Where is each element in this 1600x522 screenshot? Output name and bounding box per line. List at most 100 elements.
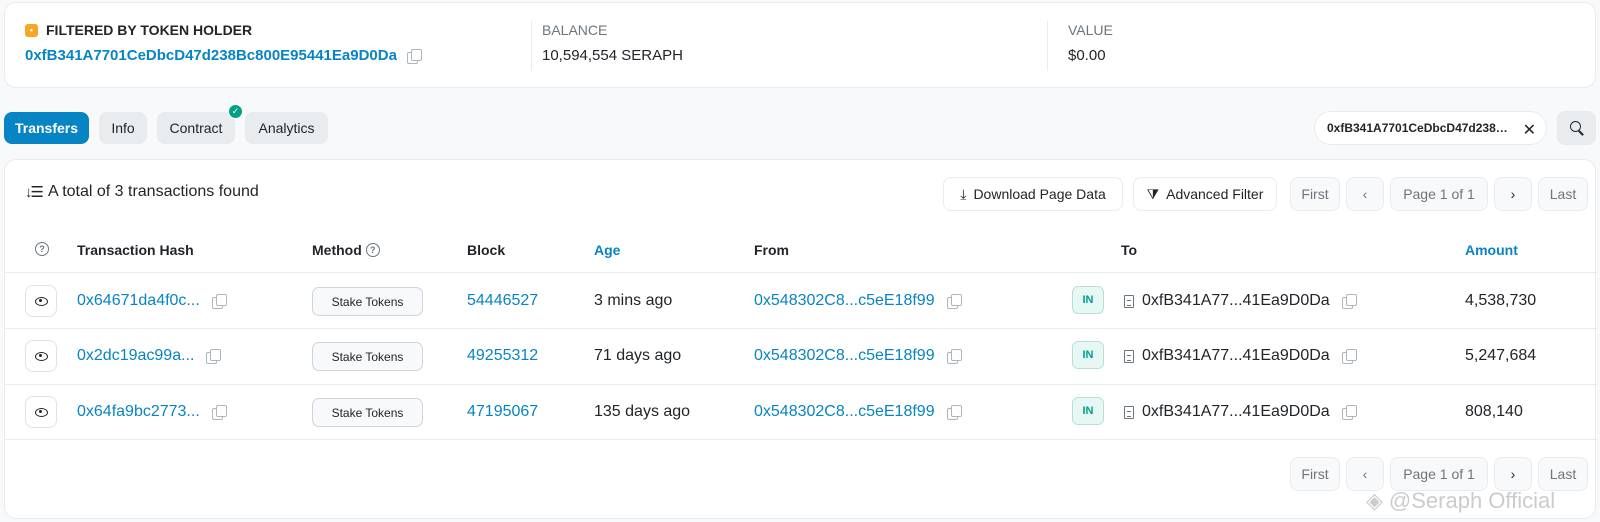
token-holder-summary: ▪ FILTERED BY TOKEN HOLDER 0xfB341A7701C… [4, 2, 1596, 88]
amount-value: 808,140 [1465, 403, 1523, 420]
search-button[interactable] [1557, 111, 1596, 145]
table-row: 0x64671da4f0c... Stake Tokens 54446527 3… [5, 273, 1597, 329]
watermark: ◈ @Seraph Official [1366, 488, 1555, 514]
question-icon[interactable]: ? [35, 242, 49, 256]
method-badge: Stake Tokens [312, 342, 423, 371]
download-icon: ⤓ [960, 185, 967, 202]
col-header-to: To [1121, 242, 1138, 258]
copy-icon[interactable] [1341, 349, 1357, 364]
advanced-filter-label: Advanced Filter [1166, 186, 1264, 202]
eye-icon [34, 296, 48, 306]
pagination-last-button[interactable]: Last [1538, 457, 1588, 491]
direction-badge: IN [1072, 286, 1104, 314]
advanced-filter-button[interactable]: ⧩ Advanced Filter [1133, 177, 1277, 211]
sort-icon[interactable]: ↓☰ [25, 183, 44, 201]
token-badge-icon: ▪ [25, 23, 38, 37]
preview-button[interactable] [25, 340, 57, 372]
tab-transfers[interactable]: Transfers [4, 112, 89, 144]
holder-label: FILTERED BY TOKEN HOLDER [46, 22, 253, 38]
contract-icon [1124, 405, 1134, 419]
method-badge: Stake Tokens [312, 398, 423, 427]
to-address: 0xfB341A77...41Ea9D0Da [1142, 292, 1330, 309]
copy-icon[interactable] [1341, 405, 1357, 420]
preview-button[interactable] [25, 285, 57, 317]
tx-hash-link[interactable]: 0x2dc19ac99a... [77, 347, 194, 365]
age-text: 3 mins ago [594, 292, 673, 309]
verified-check-icon: ✓ [228, 104, 243, 119]
close-icon[interactable]: ✕ [1523, 120, 1536, 140]
to-address: 0xfB341A77...41Ea9D0Da [1142, 347, 1330, 364]
pagination-prev-button[interactable]: ‹ [1346, 177, 1384, 211]
copy-icon[interactable] [1341, 294, 1357, 309]
block-link[interactable]: 47195067 [467, 403, 538, 421]
copy-icon[interactable] [946, 349, 962, 364]
pagination-first-button[interactable]: First [1290, 177, 1340, 211]
pagination-next-button[interactable]: › [1494, 457, 1532, 491]
copy-icon[interactable] [211, 405, 227, 420]
col-header-block: Block [467, 242, 506, 258]
from-address-link[interactable]: 0x548302C8...c5eE18f99 [754, 403, 935, 421]
age-text: 71 days ago [594, 347, 682, 364]
preview-button[interactable] [25, 396, 57, 428]
col-header-amount[interactable]: Amount [1465, 242, 1518, 258]
search-icon [1569, 121, 1584, 135]
value-column: VALUE $0.00 [1068, 21, 1113, 64]
copy-icon[interactable] [206, 349, 222, 364]
amount-value: 5,247,684 [1465, 347, 1537, 364]
value-label: VALUE [1068, 22, 1113, 38]
from-address-link[interactable]: 0x548302C8...c5eE18f99 [754, 292, 935, 310]
tab-info[interactable]: Info [99, 112, 147, 144]
eye-icon [34, 407, 48, 417]
copy-icon[interactable] [406, 48, 422, 64]
direction-badge: IN [1072, 341, 1104, 369]
eye-icon [34, 351, 48, 361]
block-link[interactable]: 54446527 [467, 292, 538, 310]
tx-hash-link[interactable]: 0x64fa9bc2773... [77, 403, 200, 421]
copy-icon[interactable] [211, 294, 227, 309]
download-page-data-button[interactable]: ⤓ Download Page Data [943, 177, 1123, 211]
row-divider [5, 439, 1597, 440]
balance-label: BALANCE [542, 22, 608, 38]
from-address-link[interactable]: 0x548302C8...c5eE18f99 [754, 347, 935, 365]
copy-icon[interactable] [946, 294, 962, 309]
contract-icon [1124, 349, 1134, 363]
pagination-last-button[interactable]: Last [1538, 177, 1588, 211]
question-icon[interactable]: ? [365, 243, 380, 257]
contract-icon [1124, 294, 1134, 308]
pagination-prev-button[interactable]: ‹ [1346, 457, 1384, 491]
col-header-method: Method ? [312, 242, 380, 258]
transfers-panel: ↓☰ A total of 3 transactions found ⤓ Dow… [4, 159, 1597, 519]
holder-column: ▪ FILTERED BY TOKEN HOLDER 0xfB341A7701C… [25, 21, 422, 64]
tab-analytics[interactable]: Analytics [245, 112, 328, 144]
pagination-page-info: Page 1 of 1 [1390, 457, 1488, 491]
filter-icon: ⧩ [1146, 185, 1160, 202]
amount-value: 4,538,730 [1465, 292, 1537, 309]
method-header-label: Method [312, 242, 362, 258]
pagination-first-button[interactable]: First [1290, 457, 1340, 491]
watermark-logo-icon: ◈ [1366, 488, 1383, 513]
table-row: 0x64fa9bc2773... Stake Tokens 47195067 1… [5, 384, 1597, 440]
address-filter-chip[interactable]: 0xfB341A7701CeDbcD47d238Bc800E95441Ea9D0… [1314, 111, 1547, 145]
tx-hash-link[interactable]: 0x64671da4f0c... [77, 292, 200, 310]
direction-badge: IN [1072, 397, 1104, 425]
balance-value: 10,594,554 SERAPH [542, 47, 683, 64]
table-row: 0x2dc19ac99a... Stake Tokens 49255312 71… [5, 328, 1597, 384]
divider [1047, 21, 1048, 71]
tab-contract[interactable]: Contract [157, 112, 235, 144]
help-column-header[interactable]: ? [35, 242, 49, 256]
method-badge: Stake Tokens [312, 287, 423, 316]
watermark-text: @Seraph Official [1388, 488, 1556, 513]
col-header-age[interactable]: Age [594, 242, 620, 258]
to-address: 0xfB341A77...41Ea9D0Da [1142, 403, 1330, 420]
download-label: Download Page Data [973, 186, 1106, 202]
balance-column: BALANCE 10,594,554 SERAPH [542, 21, 683, 64]
block-link[interactable]: 49255312 [467, 347, 538, 365]
pagination-page-info: Page 1 of 1 [1390, 177, 1488, 211]
filter-chip-text: 0xfB341A7701CeDbcD47d238Bc800E95441Ea9D0… [1327, 121, 1515, 135]
col-header-tx-hash: Transaction Hash [77, 242, 194, 258]
holder-address-link[interactable]: 0xfB341A7701CeDbcD47d238Bc800E95441Ea9D0… [25, 47, 397, 64]
copy-icon[interactable] [946, 405, 962, 420]
pagination-next-button[interactable]: › [1494, 177, 1532, 211]
divider [531, 21, 532, 71]
col-header-from: From [754, 242, 789, 258]
